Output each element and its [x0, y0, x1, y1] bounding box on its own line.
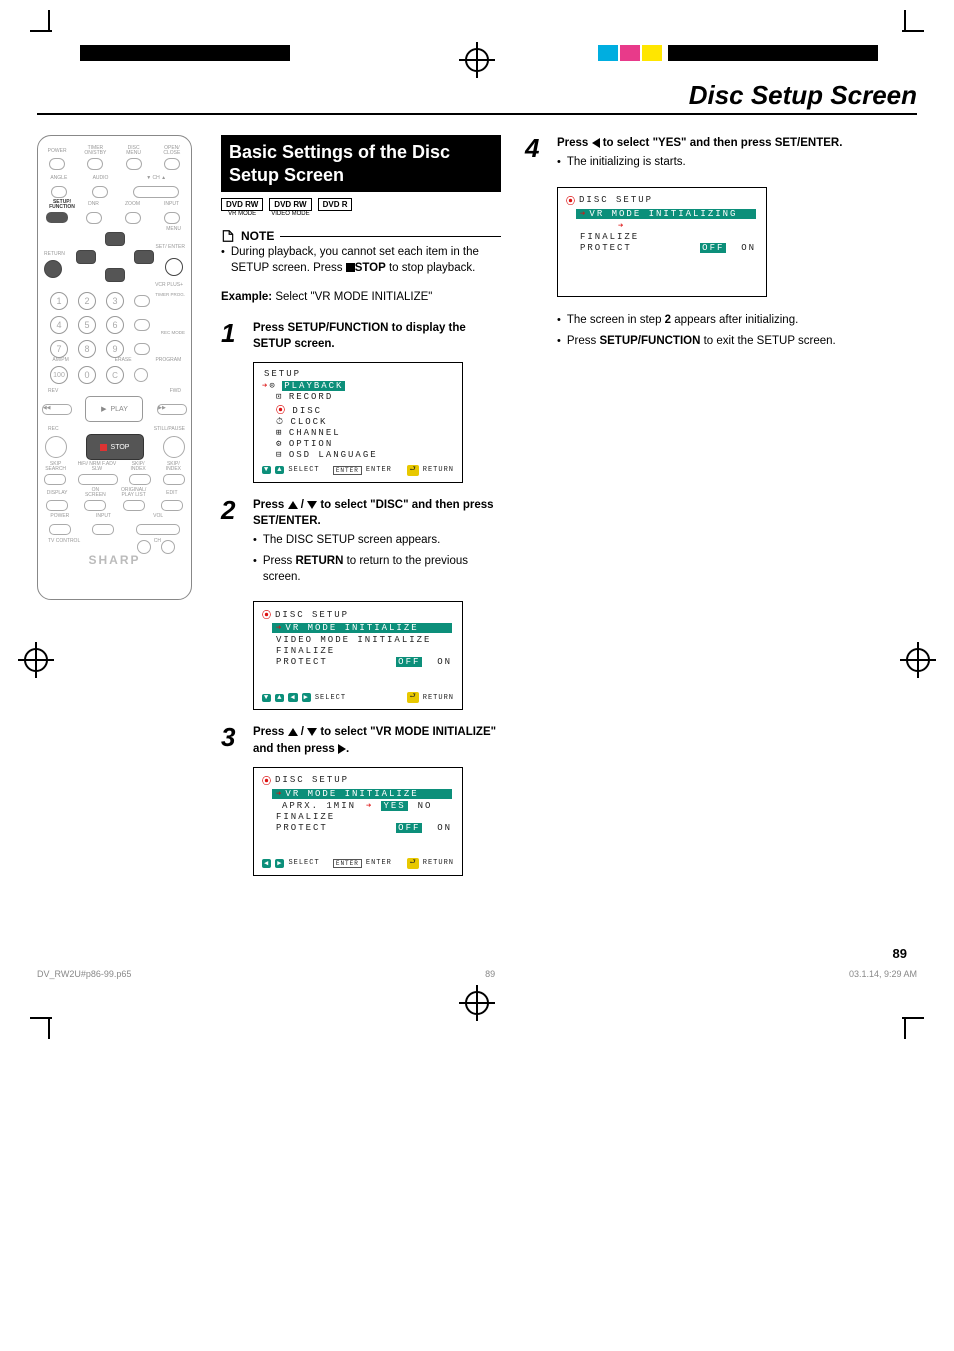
right-triangle-icon: [338, 744, 346, 754]
step-4: 4 Press to select "YES" and then press S…: [525, 135, 917, 177]
stop-icon: [346, 263, 355, 272]
remote-label: TIMER ON/STBY: [81, 146, 109, 156]
osd-initializing: ⦿DISC SETUP ➔VR MODE INITIALIZING ➔ FINA…: [557, 187, 767, 297]
example-label: Example:: [221, 291, 272, 303]
registration-bottom: [0, 985, 954, 1045]
step-3: 3 Press / to select "VR MODE INITIALIZE"…: [221, 724, 501, 756]
remote-label: OPEN/ CLOSE: [158, 146, 186, 156]
remote-illustration: POWER TIMER ON/STBY DISC MENU OPEN/ CLOS…: [37, 135, 192, 600]
down-triangle-icon: [307, 501, 317, 509]
down-triangle-icon: [307, 728, 317, 736]
remote-label: POWER: [43, 149, 71, 154]
remote-set-enter-button: [165, 258, 183, 276]
remote-return-button: [44, 260, 62, 278]
remote-setup-function-button: [46, 212, 68, 223]
disc-badges: DVD RWVR MODE DVD RWVIDEO MODE DVD R: [221, 198, 501, 217]
remote-brand: SHARP: [38, 553, 191, 567]
note-icon: [221, 229, 235, 243]
after-bullet-2: •Press SETUP/FUNCTION to exit the SETUP …: [557, 334, 917, 350]
remote-label: DISC MENU: [120, 146, 148, 156]
note-heading: NOTE: [221, 229, 501, 243]
note-bullet: • During playback, you cannot set each i…: [221, 245, 501, 276]
left-triangle-icon: [592, 138, 600, 148]
page-number: 89: [37, 946, 907, 961]
after-bullet-1: •The screen in step 2 appears after init…: [557, 313, 917, 329]
setup-function-text: SETUP/FUNCTION: [288, 322, 389, 334]
remote-stop-button: STOP: [86, 434, 144, 460]
remote-dpad: [76, 232, 154, 282]
footer-line: DV_RW2U#p86-99.p65 89 03.1.14, 9:29 AM: [37, 969, 917, 979]
section-header: Basic Settings of the Disc Setup Screen: [221, 135, 501, 192]
up-triangle-icon: [288, 728, 298, 736]
page-body: Disc Setup Screen POWER TIMER ON/STBY DI…: [37, 80, 917, 961]
registration-top: [0, 0, 954, 60]
up-triangle-icon: [288, 501, 298, 509]
page-title: Disc Setup Screen: [37, 80, 917, 115]
osd-setup: SETUP ⊙ PLAYBACK ⊡ RECORD ⦿ DISC ⏱ CLOCK…: [253, 362, 463, 483]
step-2: 2 Press / to select "DISC" and then pres…: [221, 497, 501, 592]
osd-disc-setup: ⦿DISC SETUP ➔VR MODE INITIALIZE VIDEO MO…: [253, 601, 463, 710]
osd-vr-initialize: ⦿DISC SETUP ➔VR MODE INITIALIZE APRX. 1M…: [253, 767, 463, 876]
progress-bar: [641, 221, 702, 231]
step-1: 1 Press SETUP/FUNCTION to display the SE…: [221, 320, 501, 352]
